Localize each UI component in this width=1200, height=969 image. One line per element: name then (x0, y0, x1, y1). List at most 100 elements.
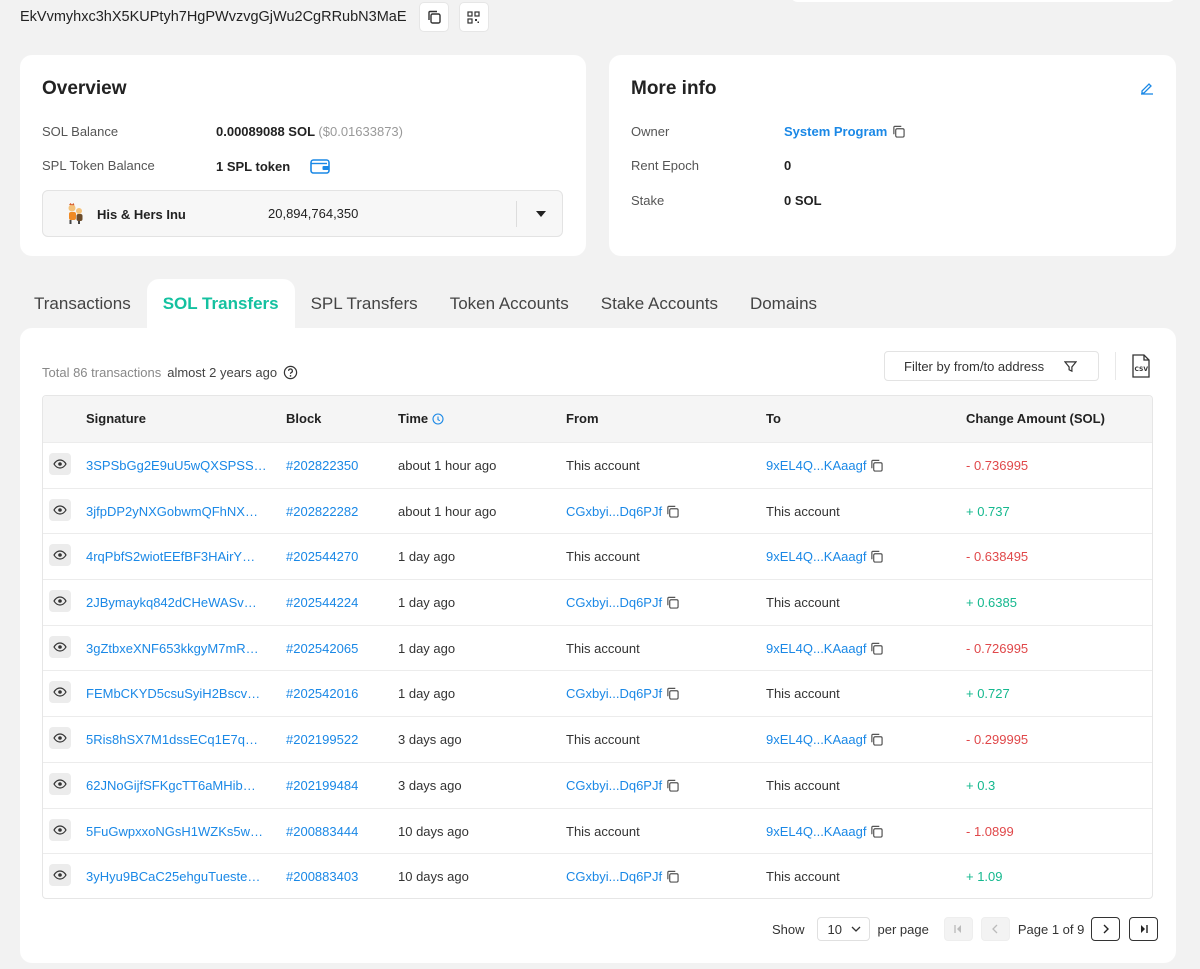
show-label: Show (772, 921, 805, 937)
view-details-button[interactable] (49, 544, 71, 567)
view-details-button[interactable] (49, 498, 71, 521)
token-dropdown[interactable]: His & Hers Inu 20,894,764,350 (42, 190, 563, 237)
col-block: Block (286, 411, 322, 426)
block-link[interactable]: #202822282 (286, 504, 358, 519)
block-link[interactable]: #202542016 (286, 686, 358, 701)
from-address[interactable]: CGxbyi...Dq6PJf (566, 686, 662, 701)
block-link[interactable]: #202199522 (286, 732, 358, 747)
caret-down-icon[interactable] (529, 203, 553, 225)
block-link[interactable]: #202544270 (286, 549, 358, 564)
eye-icon (53, 505, 67, 515)
view-details-button[interactable] (49, 453, 71, 475)
wallet-icon[interactable] (310, 158, 330, 174)
qr-code-button[interactable] (458, 2, 489, 32)
account-address: EkVvmyhxc3hX5KUPtyh7HgPWvzvgGjWu2CgRRubN… (20, 9, 407, 25)
view-details-button[interactable] (49, 727, 71, 750)
eye-icon (53, 459, 67, 469)
block-link[interactable]: #200883403 (286, 869, 358, 884)
view-details-button[interactable] (49, 772, 71, 795)
from-address[interactable]: CGxbyi...Dq6PJf (566, 778, 662, 793)
from-address[interactable]: CGxbyi...Dq6PJf (566, 869, 662, 884)
tab-domains[interactable]: Domains (734, 279, 833, 329)
change-amount: - 1.0899 (966, 823, 1014, 839)
change-amount: + 0.3 (966, 777, 996, 793)
view-details-button[interactable] (49, 864, 71, 887)
to-address[interactable]: 9xEL4Q...KAaagf (766, 641, 866, 656)
csv-export-icon[interactable]: CSV (1130, 354, 1152, 378)
view-details-button[interactable] (49, 590, 71, 613)
copy-icon[interactable] (892, 125, 906, 138)
eye-icon (53, 550, 67, 560)
copy-icon[interactable] (666, 779, 679, 792)
view-details-button[interactable] (49, 681, 71, 704)
signature-link[interactable]: 4rqPbfS2wiotEEfBF3HAirY… (86, 549, 255, 564)
col-to: To (766, 411, 781, 426)
to-address: This account (766, 777, 840, 793)
tab-transactions[interactable]: Transactions (20, 279, 147, 329)
to-address[interactable]: 9xEL4Q...KAaagf (766, 824, 866, 839)
from-address[interactable]: CGxbyi...Dq6PJf (566, 504, 662, 519)
signature-link[interactable]: 3yHyu9BCaC25ehguTueste… (86, 869, 260, 884)
view-details-button[interactable] (49, 818, 71, 841)
tab-spl-transfers[interactable]: SPL Transfers (295, 279, 434, 329)
table-row: 3gZtbxeXNF653kkgyM7mR… #202542065 1 day ag… (43, 624, 1152, 671)
block-link[interactable]: #200883444 (286, 824, 358, 839)
to-address[interactable]: 9xEL4Q...KAaagf (766, 549, 866, 564)
to-address[interactable]: 9xEL4Q...KAaagf (766, 458, 866, 473)
total-summary: Total 86 transactions almost 2 years ago (42, 365, 298, 380)
copy-icon[interactable] (870, 733, 884, 746)
edit-icon[interactable] (1140, 81, 1154, 95)
change-amount: + 0.6385 (966, 595, 1017, 611)
copy-icon[interactable] (870, 550, 884, 564)
token-logo-icon (68, 203, 83, 224)
from-cell: This account (566, 549, 640, 564)
chevron-right-icon (1103, 924, 1109, 934)
copy-icon[interactable] (666, 687, 679, 701)
first-page-button[interactable] (943, 917, 973, 941)
copy-icon[interactable] (870, 825, 884, 838)
copy-icon[interactable] (666, 596, 679, 609)
block-link[interactable]: #202822350 (286, 458, 358, 473)
signature-link[interactable]: 5Ris8hSX7M1dssECq1E7q… (86, 732, 258, 747)
signature-link[interactable]: 2JBymaykq842dCHeWASv… (86, 595, 257, 610)
copy-icon[interactable] (870, 642, 884, 655)
copy-address-button[interactable] (418, 2, 449, 32)
change-amount: + 1.09 (966, 869, 1003, 885)
to-address[interactable]: 9xEL4Q...KAaagf (766, 732, 866, 747)
total-count: Total 86 transactions (42, 365, 162, 380)
tab-token-accounts[interactable]: Token Accounts (434, 279, 585, 329)
per-page-select[interactable]: 10 (816, 917, 870, 941)
signature-link[interactable]: 62JNoGijfSFKgcTT6aMHib… (86, 778, 256, 793)
signature-link[interactable]: 3gZtbxeXNF653kkgyM7mR… (86, 641, 259, 656)
help-icon[interactable] (283, 365, 298, 380)
prev-page-button[interactable] (980, 917, 1010, 941)
table-body: 3SPSbGg2E9uU5wQXSPSS… #202822350 about 1 h… (43, 442, 1152, 898)
to-cell: 9xEL4Q...KAaagf (766, 458, 884, 473)
time-cell: 1 day ago (398, 640, 456, 656)
block-link[interactable]: #202542065 (286, 641, 358, 656)
from-address[interactable]: CGxbyi...Dq6PJf (566, 595, 662, 610)
last-page-button[interactable] (1129, 917, 1159, 941)
to-address: This account (766, 686, 840, 702)
transfers-table: Signature Block Time From To Change Amou… (42, 395, 1153, 899)
address-filter-button[interactable]: Filter by from/to address (884, 351, 1099, 381)
copy-icon[interactable] (666, 870, 679, 883)
copy-icon[interactable] (870, 459, 884, 472)
divider (1115, 352, 1116, 380)
next-page-button[interactable] (1091, 917, 1121, 941)
owner-link[interactable]: System Program (784, 124, 887, 139)
tab-stake-accounts[interactable]: Stake Accounts (585, 279, 734, 329)
from-cell: This account (566, 641, 640, 656)
sol-balance-usd: ($0.01633873) (318, 124, 403, 139)
signature-link[interactable]: 3jfpDP2yNXGobwmQFhNX… (86, 504, 258, 519)
copy-icon[interactable] (666, 505, 679, 518)
block-link[interactable]: #202544224 (286, 595, 358, 610)
col-time[interactable]: Time (398, 411, 444, 426)
signature-link[interactable]: 3SPSbGg2E9uU5wQXSPSS… (86, 458, 267, 473)
block-link[interactable]: #202199484 (286, 778, 358, 793)
signature-link[interactable]: FEMbCKYD5csuSyiH2Bscv… (86, 686, 260, 701)
to-cell: 9xEL4Q...KAaagf (766, 641, 884, 656)
view-details-button[interactable] (49, 635, 71, 658)
signature-link[interactable]: 5FuGwpxxoNGsH1WZKs5w… (86, 824, 263, 839)
tab-sol-transfers[interactable]: SOL Transfers (146, 279, 295, 329)
